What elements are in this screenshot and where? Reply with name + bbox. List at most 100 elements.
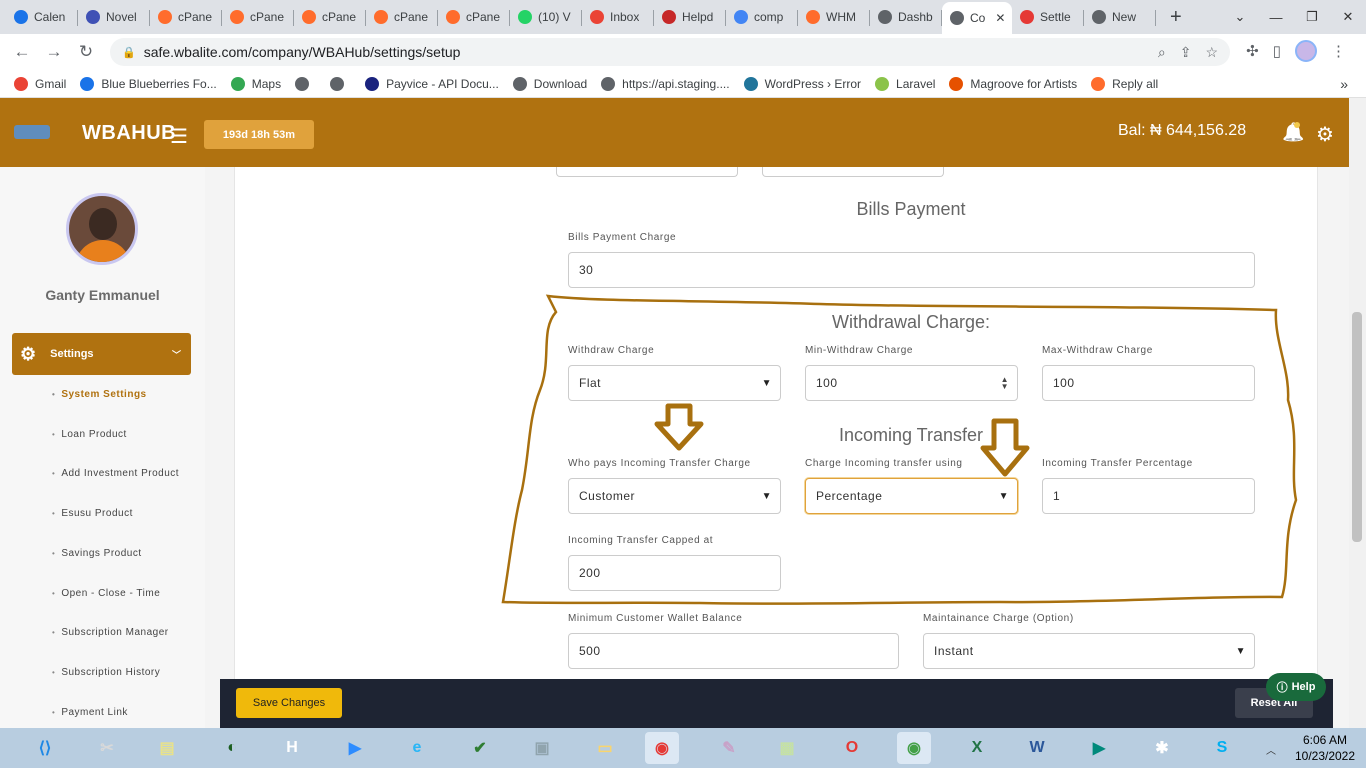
- browser-tab[interactable]: cPane: [294, 4, 366, 30]
- help-button[interactable]: ⓘ Help: [1266, 673, 1326, 701]
- zoom-icon[interactable]: ⌕: [1158, 44, 1166, 61]
- browser-tab[interactable]: Dashb: [870, 4, 942, 30]
- menu-toggle-icon[interactable]: ☰: [170, 124, 188, 149]
- bookmark-item[interactable]: WordPress › Error: [743, 76, 862, 91]
- company-logo[interactable]: [14, 125, 50, 139]
- bell-icon[interactable]: 🔔: [1282, 122, 1304, 143]
- sidebar-subitem[interactable]: • Open - Close - Time: [52, 588, 160, 599]
- bookmarks-overflow-icon[interactable]: »: [1340, 76, 1348, 92]
- browser-tab[interactable]: cPane: [150, 4, 222, 30]
- brand-name[interactable]: WBAHUB: [82, 122, 176, 145]
- h-app-icon[interactable]: H: [275, 732, 309, 764]
- browser-tab[interactable]: cPane: [438, 4, 510, 30]
- tab-favicon-icon: [734, 10, 748, 24]
- scrollbar-thumb[interactable]: [1352, 312, 1362, 542]
- bills-charge-input[interactable]: 30: [568, 252, 1255, 288]
- bookmark-item[interactable]: Laravel: [875, 76, 935, 91]
- chrome-icon[interactable]: ◉: [645, 732, 679, 764]
- browser-tab[interactable]: Settle: [1012, 4, 1084, 30]
- bookmark-item[interactable]: Magroove for Artists: [949, 76, 1077, 91]
- excel-icon[interactable]: X: [960, 732, 994, 764]
- extensions-puzzle-icon[interactable]: ✣: [1246, 42, 1259, 60]
- opera-icon[interactable]: O: [835, 732, 869, 764]
- url-bar[interactable]: 🔒 safe.wbalite.com/company/WBAHub/settin…: [110, 38, 1230, 66]
- transfer-capped-input[interactable]: 200: [568, 555, 781, 591]
- sidebar-item-settings[interactable]: ⚙ Settings ﹀: [12, 333, 191, 375]
- min-wallet-balance-input[interactable]: 500: [568, 633, 899, 669]
- back-icon[interactable]: ←: [6, 42, 38, 62]
- gear-icon[interactable]: ⚙: [1316, 122, 1334, 147]
- side-panel-icon[interactable]: ▯: [1273, 42, 1281, 60]
- tray-chevron-icon[interactable]: ︿: [1266, 742, 1276, 757]
- tab-search-icon[interactable]: ⌄: [1222, 9, 1258, 25]
- share-icon[interactable]: ⇪: [1180, 44, 1192, 61]
- new-tab-button[interactable]: +: [1162, 4, 1182, 30]
- close-window-icon[interactable]: ✕: [1330, 9, 1366, 25]
- file-explorer-icon[interactable]: ▭: [588, 732, 622, 764]
- forward-icon[interactable]: →: [38, 42, 70, 62]
- browser-menu-icon[interactable]: ⋮: [1331, 42, 1346, 60]
- remote-desktop-icon[interactable]: ▣: [525, 732, 559, 764]
- bookmark-item[interactable]: Payvice - API Docu...: [365, 76, 499, 91]
- browser-tab[interactable]: Calen: [6, 4, 78, 30]
- vscode-icon[interactable]: ⟨⟩: [28, 732, 62, 764]
- slack-icon[interactable]: ✱: [1145, 732, 1179, 764]
- avatar[interactable]: [66, 193, 138, 265]
- paint-icon[interactable]: ✎: [712, 732, 746, 764]
- browser-tab[interactable]: cPane: [222, 4, 294, 30]
- bookmark-item[interactable]: [330, 76, 351, 91]
- browser-tab[interactable]: Helpd: [654, 4, 726, 30]
- zoom-icon[interactable]: ▶: [338, 732, 372, 764]
- internet-explorer-icon[interactable]: e: [400, 732, 434, 764]
- page-scrollbar[interactable]: [1349, 98, 1366, 728]
- max-withdraw-input[interactable]: 100: [1042, 365, 1255, 401]
- sidebar-subitem[interactable]: • Savings Product: [52, 548, 142, 559]
- snipping-tool-icon[interactable]: ✂: [90, 732, 124, 764]
- who-pays-select[interactable]: Customer ▼: [568, 478, 781, 514]
- meet-icon[interactable]: ▶: [1082, 732, 1116, 764]
- bookmark-item[interactable]: Blue Blueberries Fo...: [80, 76, 217, 91]
- app-green-icon[interactable]: ✔: [463, 732, 497, 764]
- sidebar-subitem[interactable]: • Add Investment Product: [52, 468, 179, 479]
- transfer-percentage-input[interactable]: 1: [1042, 478, 1255, 514]
- bookmark-item[interactable]: [295, 76, 316, 91]
- minimize-icon[interactable]: —: [1258, 10, 1294, 25]
- bookmark-star-icon[interactable]: ☆: [1205, 44, 1218, 61]
- sidebar-subitem[interactable]: • Subscription Manager: [52, 627, 169, 638]
- browser-tab[interactable]: WHM: [798, 4, 870, 30]
- bookmark-label: WordPress › Error: [764, 76, 862, 91]
- restore-icon[interactable]: ❐: [1294, 9, 1330, 25]
- profile-avatar[interactable]: [1295, 40, 1317, 62]
- close-tab-icon[interactable]: ✕: [995, 11, 1005, 25]
- reload-icon[interactable]: ↻: [70, 42, 102, 62]
- maintenance-charge-select[interactable]: Instant ▼: [923, 633, 1255, 669]
- browser-tab[interactable]: cPane: [366, 4, 438, 30]
- notepad-icon[interactable]: ▦: [770, 732, 804, 764]
- browser-tab[interactable]: comp: [726, 4, 798, 30]
- sidebar-subitem[interactable]: • Loan Product: [52, 429, 127, 440]
- sidebar-subitem[interactable]: • Esusu Product: [52, 508, 133, 519]
- withdraw-charge-select[interactable]: Flat ▼: [568, 365, 781, 401]
- bookmark-item[interactable]: Maps: [230, 76, 281, 91]
- browser-tab[interactable]: Inbox: [582, 4, 654, 30]
- bookmark-item[interactable]: Gmail: [14, 76, 66, 91]
- browser-tab[interactable]: Novel: [78, 4, 150, 30]
- sticky-notes-icon[interactable]: ▤: [150, 732, 184, 764]
- sidebar-subitem[interactable]: • Payment Link: [52, 707, 128, 718]
- browser-tab[interactable]: (10) V: [510, 4, 582, 30]
- chrome-profile-icon[interactable]: ◉: [897, 732, 931, 764]
- sidebar-subitem[interactable]: • System Settings: [52, 389, 147, 400]
- min-withdraw-input[interactable]: 100 ▲ ▼: [805, 365, 1018, 401]
- 9mobile-icon[interactable]: ◐: [215, 732, 249, 764]
- skype-icon[interactable]: S: [1205, 732, 1239, 764]
- word-icon[interactable]: W: [1020, 732, 1054, 764]
- save-changes-button[interactable]: Save Changes: [236, 688, 342, 718]
- system-clock[interactable]: 6:06 AM 10/23/2022: [1290, 732, 1360, 764]
- browser-tab[interactable]: New: [1084, 4, 1156, 30]
- browser-tab[interactable]: Co ✕: [942, 2, 1012, 34]
- charge-using-select[interactable]: Percentage ▼: [805, 478, 1018, 514]
- bookmark-item[interactable]: https://api.staging....: [601, 76, 730, 91]
- sidebar-subitem[interactable]: • Subscription History: [52, 667, 160, 678]
- bookmark-item[interactable]: Download: [512, 76, 587, 91]
- bookmark-item[interactable]: Reply all: [1091, 76, 1158, 91]
